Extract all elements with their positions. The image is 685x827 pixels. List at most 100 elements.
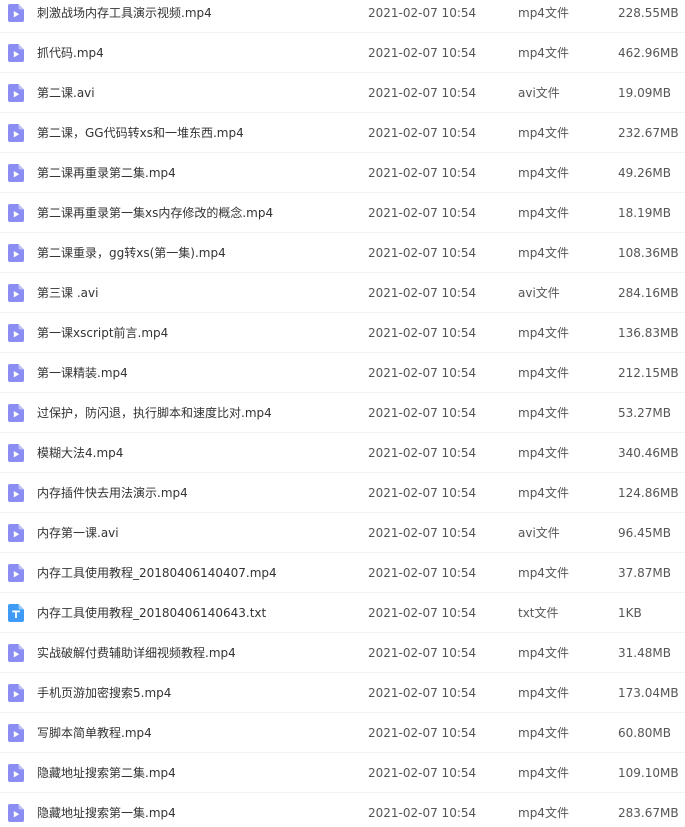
file-size: 37.87MB [618, 566, 671, 580]
file-name[interactable]: 刺激战场内存工具演示视频.mp4 [37, 0, 357, 33]
file-date: 2021-02-07 10:54 [368, 246, 477, 260]
file-row[interactable]: 第一课精装.mp4 2021-02-07 10:54 mp4文件 212.15M… [0, 353, 685, 393]
video-file-icon [8, 124, 24, 142]
file-row[interactable]: 隐藏地址搜索第一集.mp4 2021-02-07 10:54 mp4文件 283… [0, 793, 685, 827]
file-date: 2021-02-07 10:54 [368, 446, 477, 460]
file-size: 124.86MB [618, 486, 679, 500]
file-size: 53.27MB [618, 406, 671, 420]
file-row[interactable]: 第一课xscript前言.mp4 2021-02-07 10:54 mp4文件 … [0, 313, 685, 353]
video-file-icon [8, 684, 24, 702]
video-file-icon [8, 164, 24, 182]
file-name[interactable]: 写脚本简单教程.mp4 [37, 713, 357, 753]
file-type: mp4文件 [518, 366, 569, 380]
file-date: 2021-02-07 10:54 [368, 406, 477, 420]
file-size: 96.45MB [618, 526, 671, 540]
file-date: 2021-02-07 10:54 [368, 646, 477, 660]
file-size: 49.26MB [618, 166, 671, 180]
file-date: 2021-02-07 10:54 [368, 126, 477, 140]
video-file-icon [8, 804, 24, 822]
video-file-icon [8, 524, 24, 542]
file-date: 2021-02-07 10:54 [368, 326, 477, 340]
file-name[interactable]: 模糊大法4.mp4 [37, 433, 357, 473]
video-file-icon [8, 404, 24, 422]
file-size: 1KB [618, 606, 642, 620]
file-row[interactable]: 第二课再重录第二集.mp4 2021-02-07 10:54 mp4文件 49.… [0, 153, 685, 193]
file-type: mp4文件 [518, 126, 569, 140]
file-name[interactable]: 内存第一课.avi [37, 513, 357, 553]
file-row[interactable]: 隐藏地址搜索第二集.mp4 2021-02-07 10:54 mp4文件 109… [0, 753, 685, 793]
file-type: avi文件 [518, 526, 560, 540]
file-name[interactable]: 第三课 .avi [37, 273, 357, 313]
file-size: 31.48MB [618, 646, 671, 660]
file-row[interactable]: 第三课 .avi 2021-02-07 10:54 avi文件 284.16MB [0, 273, 685, 313]
file-name[interactable]: 隐藏地址搜索第一集.mp4 [37, 793, 357, 827]
file-row[interactable]: 实战破解付费辅助详细视频教程.mp4 2021-02-07 10:54 mp4文… [0, 633, 685, 673]
file-size: 173.04MB [618, 686, 679, 700]
file-name[interactable]: 实战破解付费辅助详细视频教程.mp4 [37, 633, 357, 673]
file-row[interactable]: 内存插件快去用法演示.mp4 2021-02-07 10:54 mp4文件 12… [0, 473, 685, 513]
file-size: 60.80MB [618, 726, 671, 740]
file-type: mp4文件 [518, 446, 569, 460]
file-name[interactable]: 过保护，防闪退，执行脚本和速度比对.mp4 [37, 393, 357, 433]
file-row[interactable]: 模糊大法4.mp4 2021-02-07 10:54 mp4文件 340.46M… [0, 433, 685, 473]
file-row[interactable]: 过保护，防闪退，执行脚本和速度比对.mp4 2021-02-07 10:54 m… [0, 393, 685, 433]
file-name[interactable]: 第二课，GG代码转xs和一堆东西.mp4 [37, 113, 357, 153]
file-name[interactable]: 第一课xscript前言.mp4 [37, 313, 357, 353]
video-file-icon [8, 4, 24, 22]
file-name[interactable]: 第二课再重录第二集.mp4 [37, 153, 357, 193]
file-row[interactable]: 第二课.avi 2021-02-07 10:54 avi文件 19.09MB [0, 73, 685, 113]
file-type: mp4文件 [518, 806, 569, 820]
file-date: 2021-02-07 10:54 [368, 366, 477, 380]
file-row[interactable]: 第二课重录，gg转xs(第一集).mp4 2021-02-07 10:54 mp… [0, 233, 685, 273]
file-type: mp4文件 [518, 166, 569, 180]
file-type: mp4文件 [518, 246, 569, 260]
file-date: 2021-02-07 10:54 [368, 726, 477, 740]
file-row[interactable]: 第二课再重录第一集xs内存修改的概念.mp4 2021-02-07 10:54 … [0, 193, 685, 233]
video-file-icon [8, 204, 24, 222]
video-file-icon [8, 644, 24, 662]
file-name[interactable]: 内存插件快去用法演示.mp4 [37, 473, 357, 513]
file-size: 340.46MB [618, 446, 679, 460]
file-name[interactable]: 抓代码.mp4 [37, 33, 357, 73]
file-name[interactable]: 内存工具使用教程_20180406140643.txt [37, 593, 357, 633]
file-type: avi文件 [518, 286, 560, 300]
text-file-icon [8, 604, 24, 622]
file-size: 108.36MB [618, 246, 679, 260]
video-file-icon [8, 724, 24, 742]
video-file-icon [8, 764, 24, 782]
file-date: 2021-02-07 10:54 [368, 566, 477, 580]
file-date: 2021-02-07 10:54 [368, 766, 477, 780]
file-row[interactable]: 内存第一课.avi 2021-02-07 10:54 avi文件 96.45MB [0, 513, 685, 553]
file-type: mp4文件 [518, 686, 569, 700]
file-date: 2021-02-07 10:54 [368, 686, 477, 700]
file-name[interactable]: 内存工具使用教程_20180406140407.mp4 [37, 553, 357, 593]
video-file-icon [8, 284, 24, 302]
file-row[interactable]: 手机页游加密搜索5.mp4 2021-02-07 10:54 mp4文件 173… [0, 673, 685, 713]
video-file-icon [8, 44, 24, 62]
file-type: mp4文件 [518, 566, 569, 580]
file-name[interactable]: 第二课再重录第一集xs内存修改的概念.mp4 [37, 193, 357, 233]
file-name[interactable]: 手机页游加密搜索5.mp4 [37, 673, 357, 713]
file-name[interactable]: 第二课.avi [37, 73, 357, 113]
file-row[interactable]: 刺激战场内存工具演示视频.mp4 2021-02-07 10:54 mp4文件 … [0, 0, 685, 33]
file-type: avi文件 [518, 86, 560, 100]
file-type: mp4文件 [518, 766, 569, 780]
file-row[interactable]: 内存工具使用教程_20180406140407.mp4 2021-02-07 1… [0, 553, 685, 593]
file-date: 2021-02-07 10:54 [368, 806, 477, 820]
file-name[interactable]: 隐藏地址搜索第二集.mp4 [37, 753, 357, 793]
file-type: txt文件 [518, 606, 559, 620]
file-row[interactable]: 抓代码.mp4 2021-02-07 10:54 mp4文件 462.96MB [0, 33, 685, 73]
file-date: 2021-02-07 10:54 [368, 166, 477, 180]
file-type: mp4文件 [518, 486, 569, 500]
file-size: 19.09MB [618, 86, 671, 100]
file-size: 228.55MB [618, 6, 679, 20]
video-file-icon [8, 484, 24, 502]
file-row[interactable]: 第二课，GG代码转xs和一堆东西.mp4 2021-02-07 10:54 mp… [0, 113, 685, 153]
file-type: mp4文件 [518, 646, 569, 660]
file-name[interactable]: 第二课重录，gg转xs(第一集).mp4 [37, 233, 357, 273]
file-row[interactable]: 写脚本简单教程.mp4 2021-02-07 10:54 mp4文件 60.80… [0, 713, 685, 753]
file-name[interactable]: 第一课精装.mp4 [37, 353, 357, 393]
file-date: 2021-02-07 10:54 [368, 286, 477, 300]
file-row[interactable]: 内存工具使用教程_20180406140643.txt 2021-02-07 1… [0, 593, 685, 633]
file-date: 2021-02-07 10:54 [368, 526, 477, 540]
